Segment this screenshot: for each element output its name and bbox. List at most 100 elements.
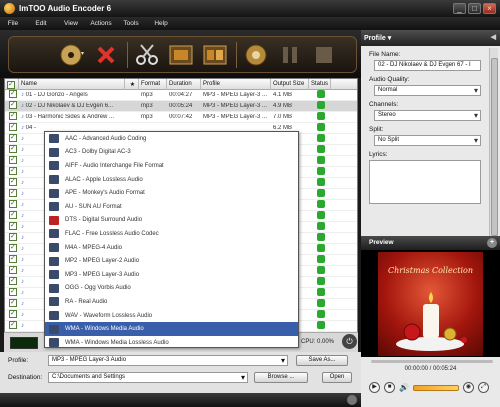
checkbox[interactable] (9, 310, 17, 318)
checkbox[interactable] (7, 80, 15, 89)
row-checkbox[interactable] (5, 200, 19, 210)
volume-slider[interactable] (412, 384, 459, 391)
row-checkbox[interactable] (5, 255, 19, 265)
stop-preview-button[interactable]: ■ (384, 382, 395, 393)
checkbox[interactable] (9, 277, 17, 285)
format-option[interactable]: WMA - Windows Media Audio (45, 322, 298, 336)
fullscreen-button[interactable]: ⤢ (477, 382, 489, 393)
checkbox[interactable] (9, 156, 17, 164)
preview-expand-icon[interactable]: + (487, 238, 497, 248)
pause-button[interactable] (277, 42, 303, 68)
format-option[interactable]: AIFF - Audio Interchange File Format (45, 159, 298, 173)
format-option[interactable]: DTS - Digital Surround Audio (45, 214, 298, 228)
row-checkbox[interactable] (5, 222, 19, 232)
checkbox[interactable] (9, 167, 17, 175)
row-checkbox[interactable] (5, 167, 19, 177)
checkbox[interactable] (9, 255, 17, 263)
format-option[interactable]: ALAC - Apple Lossless Audio (45, 173, 298, 187)
format-option[interactable]: APE - Monkey's Audio Format (45, 186, 298, 200)
effects-button[interactable] (168, 42, 194, 68)
format-option[interactable]: AU - SUN AU Format (45, 200, 298, 214)
profile-panel-header[interactable]: Profile ▾ ◀ (361, 30, 500, 46)
column-star[interactable]: ★ (125, 78, 139, 90)
row-checkbox[interactable] (5, 178, 19, 188)
status-bar-icon[interactable] (347, 395, 357, 405)
destination-field[interactable]: C:\Documents and Settings (48, 372, 248, 383)
row-checkbox[interactable] (5, 90, 19, 100)
stop-all-button[interactable]: ⏻ (342, 334, 357, 349)
checkbox[interactable] (9, 266, 17, 274)
menu-help[interactable]: Help (146, 20, 176, 27)
column-status[interactable]: Status (309, 78, 331, 90)
checkbox[interactable] (9, 321, 17, 329)
audio-quality-select[interactable]: Normal (374, 85, 481, 96)
checkbox[interactable] (9, 233, 17, 241)
clip-button[interactable] (134, 42, 160, 68)
row-checkbox[interactable] (5, 211, 19, 221)
select-all-checkbox[interactable] (5, 78, 19, 90)
row-checkbox[interactable] (5, 288, 19, 298)
checkbox[interactable] (9, 134, 17, 142)
column-format[interactable]: Format (139, 78, 167, 90)
checkbox[interactable] (9, 222, 17, 230)
format-option[interactable]: AAC - Advanced Audio Coding (45, 132, 298, 146)
checkbox[interactable] (9, 101, 17, 109)
row-checkbox[interactable] (5, 277, 19, 287)
scrollbar-thumb[interactable] (491, 58, 498, 236)
checkbox[interactable] (9, 112, 17, 120)
column-name[interactable]: Name (19, 78, 125, 90)
checkbox[interactable] (9, 211, 17, 219)
properties-scrollbar[interactable] (489, 48, 498, 247)
row-checkbox[interactable] (5, 310, 19, 320)
format-option[interactable]: MP2 - MPEG Layer-2 Audio (45, 254, 298, 268)
row-checkbox[interactable] (5, 123, 19, 133)
save-as-button[interactable]: Save As... (296, 355, 348, 366)
row-checkbox[interactable] (5, 189, 19, 199)
checkbox[interactable] (9, 299, 17, 307)
play-button[interactable]: ▶ (369, 382, 380, 393)
column-profile[interactable]: Profile (201, 78, 271, 90)
row-checkbox[interactable] (5, 244, 19, 254)
format-option[interactable]: M4A - MPEG-4 Audio (45, 241, 298, 255)
table-row[interactable]: ♪ 01 - DJ Gonzo - Angels mp3 00:04:27 MP3 -… (5, 90, 357, 101)
row-checkbox[interactable] (5, 145, 19, 155)
format-option[interactable]: FLAC - Free Lossless Audio Codec (45, 227, 298, 241)
restore-button[interactable]: □ (468, 3, 481, 14)
checkbox[interactable] (9, 178, 17, 186)
table-row[interactable]: ♪ 02 - DJ Nikolaev & DJ Evgen 6... mp3 00:… (5, 101, 357, 112)
format-option[interactable]: AC3 - Dolby Digital AC-3 (45, 146, 298, 160)
table-row[interactable]: ♪ 03 - Harmonic Sides & Andrew ... mp3 00:… (5, 112, 357, 123)
row-checkbox[interactable] (5, 112, 19, 122)
close-button[interactable]: × (483, 3, 496, 14)
split-select[interactable]: No Split (374, 135, 481, 146)
column-output-size[interactable]: Output Size (271, 78, 309, 90)
format-option[interactable]: RA - Real Audio (45, 295, 298, 309)
row-checkbox[interactable] (5, 266, 19, 276)
row-checkbox[interactable] (5, 233, 19, 243)
row-checkbox[interactable] (5, 156, 19, 166)
panel-pin-icon[interactable]: ◀ (491, 33, 496, 41)
checkbox[interactable] (9, 244, 17, 252)
row-checkbox[interactable] (5, 134, 19, 144)
minimize-button[interactable]: _ (453, 3, 466, 14)
checkbox[interactable] (9, 123, 17, 131)
format-option[interactable]: WAV - Waveform Lossless Audio (45, 309, 298, 323)
add-file-button[interactable] (59, 42, 85, 68)
merge-button[interactable] (202, 42, 228, 68)
lyrics-textarea[interactable] (369, 160, 481, 204)
stop-button[interactable] (311, 42, 337, 68)
menu-edit[interactable]: Edit (26, 20, 56, 27)
checkbox[interactable] (9, 200, 17, 208)
profile-select[interactable]: MP3 - MPEG Layer-3 Audio (48, 355, 288, 366)
file-name-field[interactable]: 02 - DJ Nikolaev & DJ Evgen 67 - I (374, 60, 481, 71)
checkbox[interactable] (9, 145, 17, 153)
menu-tools[interactable]: Tools (116, 20, 146, 27)
checkbox[interactable] (9, 90, 17, 98)
menu-view[interactable]: View (56, 20, 86, 27)
menu-actions[interactable]: Actions (86, 20, 116, 27)
row-checkbox[interactable] (5, 299, 19, 309)
channels-select[interactable]: Stereo (374, 110, 481, 121)
open-button[interactable]: Open (322, 372, 352, 383)
checkbox[interactable] (9, 189, 17, 197)
remove-button[interactable] (93, 42, 119, 68)
